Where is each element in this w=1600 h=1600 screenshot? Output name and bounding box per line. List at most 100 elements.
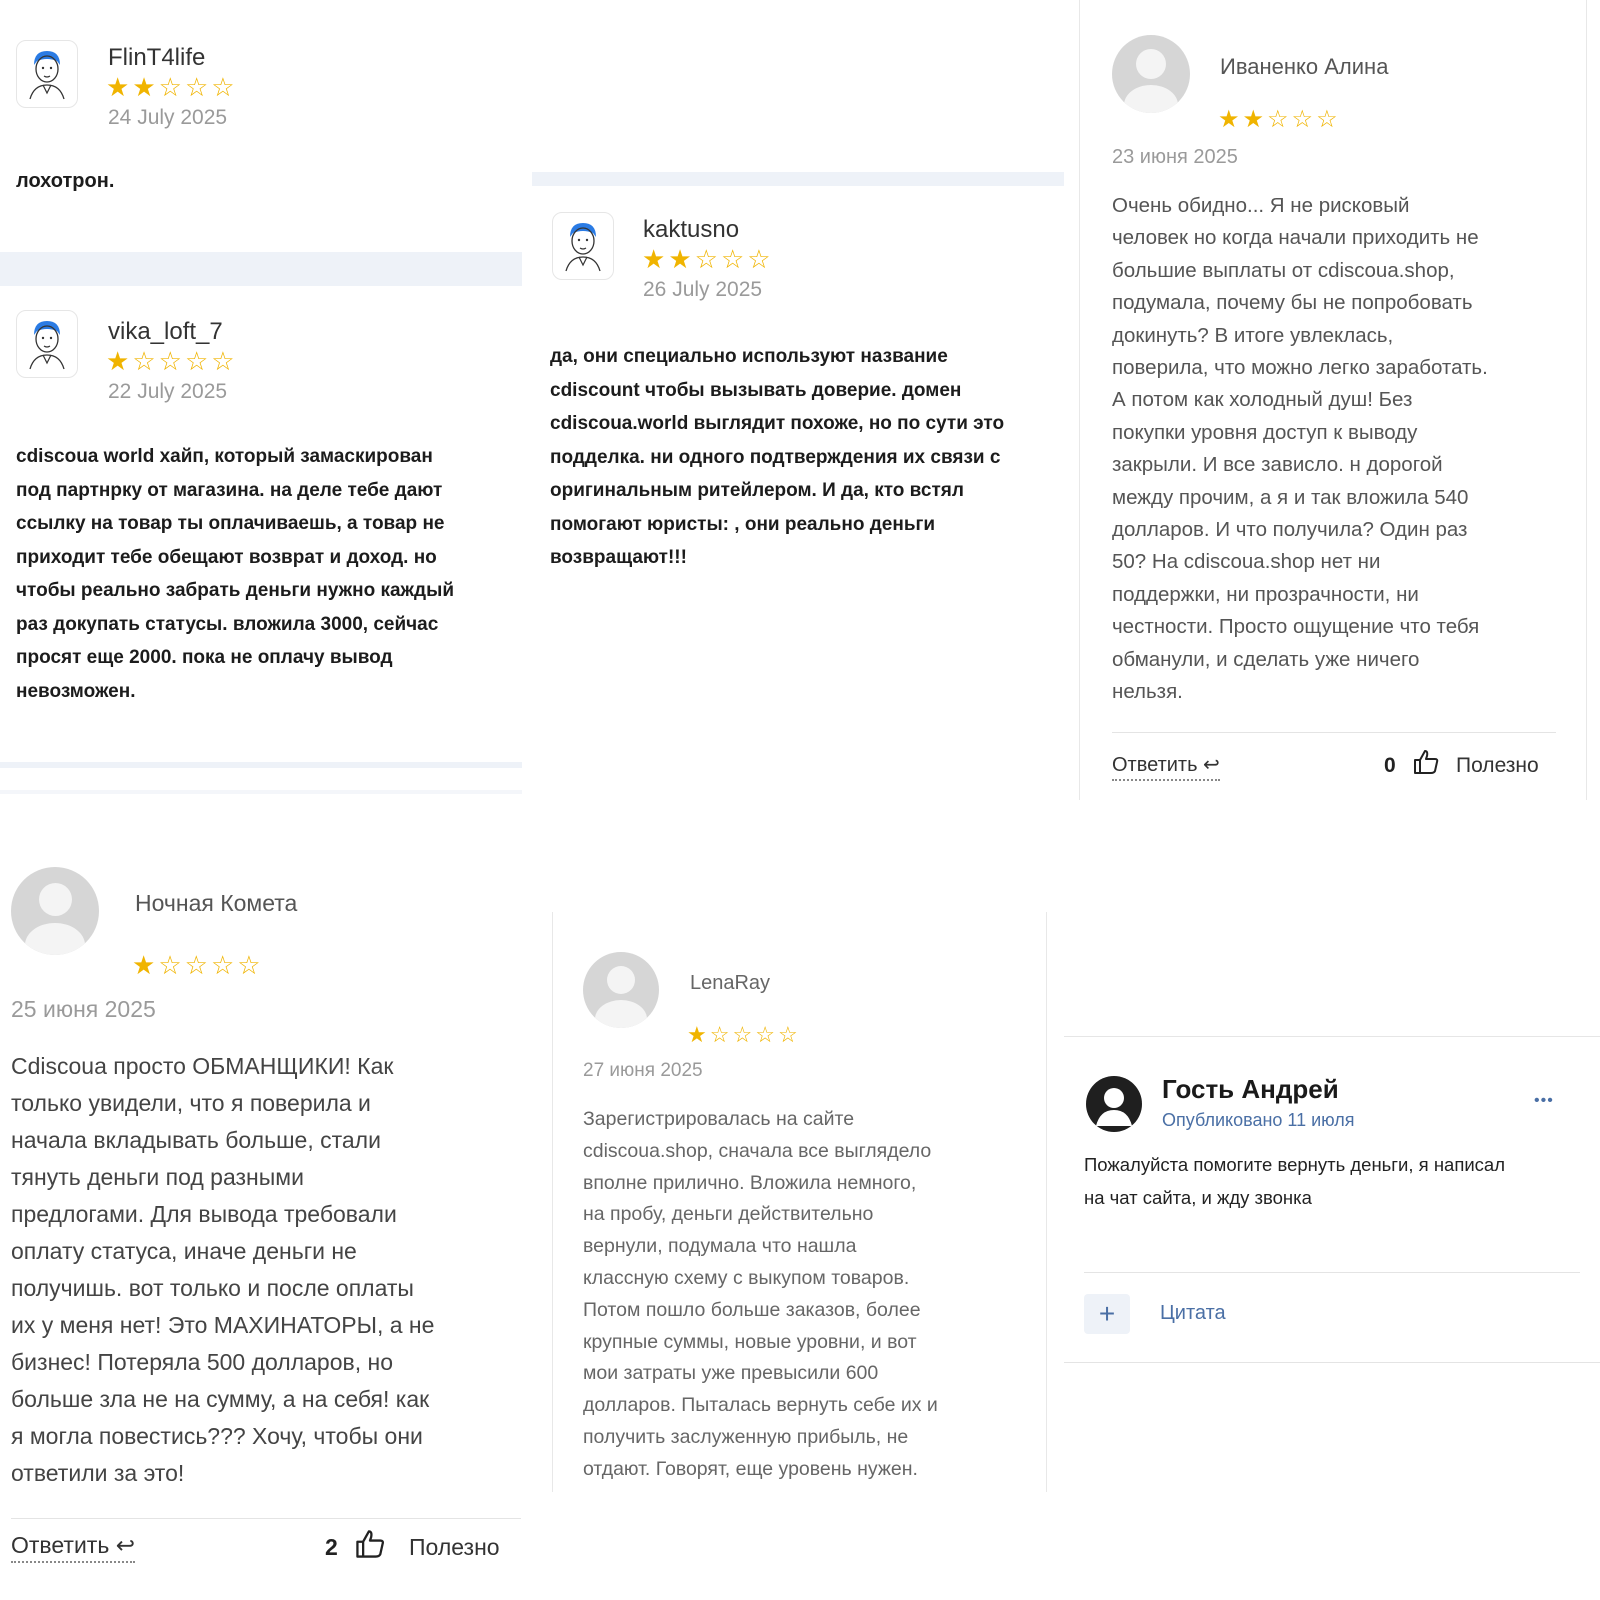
- review-text: Очень обидно... Я не рисковый человек но…: [1112, 194, 1488, 704]
- review-panel-4: Ночная Комета ★ ☆ ☆ ☆ ☆ 25 июня 2025 Cdiscou…: [0, 830, 532, 1600]
- helpful-label[interactable]: Полезно: [409, 1534, 500, 1561]
- panel-border: [1046, 912, 1047, 1492]
- avatar[interactable]: [11, 867, 99, 955]
- star-empty-icon: ☆: [777, 1022, 798, 1047]
- plus-icon: +: [1098, 1298, 1116, 1329]
- star-empty-icon: ☆: [747, 244, 771, 274]
- review-divider: [11, 1518, 521, 1519]
- avatar-head: [607, 966, 635, 994]
- review-author[interactable]: kaktusno: [643, 216, 739, 244]
- post-divider: [1084, 1272, 1580, 1273]
- review-text: лохотрон.: [16, 170, 115, 192]
- review-date: 22 July 2025: [108, 380, 228, 403]
- review-panel-5: LenaRay ★ ☆ ☆ ☆ ☆ 27 июня 2025 Зарегистриров…: [552, 912, 1048, 1492]
- panel-border: [1079, 0, 1080, 800]
- avatar[interactable]: [1112, 35, 1190, 113]
- star-filled-icon: ★: [642, 244, 666, 274]
- separator-band: [532, 172, 1064, 186]
- review-author[interactable]: FlinT4life: [108, 44, 205, 72]
- star-empty-icon: ☆: [732, 1022, 753, 1047]
- reply-button[interactable]: Ответить ↩: [1112, 752, 1220, 781]
- more-options-icon[interactable]: •••: [1534, 1092, 1554, 1110]
- panel-border: [1586, 0, 1587, 800]
- star-empty-icon: ☆: [237, 950, 261, 980]
- post-author[interactable]: Гость Андрей: [1162, 1074, 1339, 1105]
- star-filled-icon: ★: [132, 950, 156, 980]
- avatar-head: [39, 883, 72, 916]
- avatar-body: [1124, 85, 1178, 113]
- post-published-date: Опубликовано 11 июля: [1162, 1110, 1355, 1130]
- review-date: 23 июня 2025: [1112, 146, 1238, 168]
- star-empty-icon: ☆: [158, 346, 182, 376]
- post-divider: [1064, 1362, 1600, 1363]
- review-text: Зарегистрировалась на сайте cdiscoua.sho…: [583, 1108, 938, 1480]
- rating-stars: ★ ★ ☆ ☆ ☆: [642, 246, 774, 272]
- avatar[interactable]: [552, 212, 614, 280]
- star-empty-icon: ☆: [211, 72, 235, 102]
- star-empty-icon: ☆: [1291, 106, 1314, 133]
- helpful-label[interactable]: Полезно: [1456, 754, 1539, 778]
- user-avatar-icon: [29, 321, 65, 370]
- review-author[interactable]: Иваненко Алина: [1220, 54, 1388, 80]
- star-empty-icon: ☆: [1267, 106, 1289, 133]
- star-empty-icon: ☆: [210, 950, 235, 980]
- avatar-body: [25, 923, 85, 955]
- star-empty-icon: ☆: [158, 72, 182, 102]
- avatar[interactable]: [583, 952, 659, 1028]
- star-filled-icon: ★: [106, 346, 130, 376]
- helpful-count: 2: [325, 1534, 338, 1560]
- review-panel-3: Иваненко Алина ★ ★ ☆ ☆ ☆ 23 июня 2025 Очень …: [1078, 0, 1600, 800]
- user-avatar-icon: [29, 51, 65, 100]
- separator-band: [0, 790, 522, 794]
- separator-band: [0, 252, 522, 286]
- star-empty-icon: ☆: [720, 244, 745, 274]
- forum-post-panel: Гость Андрей Опубликовано 11 июля ••• По…: [1064, 1036, 1600, 1366]
- separator-band: [0, 762, 522, 768]
- review-text: Cdiscoua просто ОБМАНЩИКИ! Как только ув…: [11, 1053, 435, 1486]
- star-empty-icon: ☆: [158, 950, 182, 980]
- avatar-body: [595, 1000, 647, 1028]
- star-empty-icon: ☆: [184, 346, 209, 376]
- avatar[interactable]: [16, 310, 78, 378]
- rating-stars: ★ ★ ☆ ☆ ☆: [1218, 108, 1341, 132]
- star-filled-icon: ★: [668, 244, 692, 274]
- thumbs-up-icon[interactable]: [354, 1528, 386, 1560]
- rating-stars: ★ ☆ ☆ ☆ ☆: [687, 1024, 801, 1046]
- star-empty-icon: ☆: [694, 244, 718, 274]
- review-date: 27 июня 2025: [583, 1060, 703, 1081]
- thumbs-up-icon[interactable]: [1412, 748, 1440, 776]
- review-divider: [1112, 732, 1556, 733]
- avatar-icon[interactable]: [1086, 1076, 1142, 1132]
- rating-stars: ★ ☆ ☆ ☆ ☆: [106, 348, 238, 374]
- star-empty-icon: ☆: [755, 1022, 775, 1047]
- reply-button[interactable]: Ответить ↩: [11, 1532, 135, 1563]
- review-author[interactable]: Ночная Комета: [135, 890, 297, 917]
- star-empty-icon: ☆: [184, 950, 208, 980]
- star-filled-icon: ★: [132, 72, 156, 102]
- review-text: да, они специально используют название c…: [550, 346, 1005, 568]
- star-filled-icon: ★: [106, 72, 130, 102]
- post-text: Пожалуйста помогите вернуть деньги, я на…: [1084, 1154, 1506, 1208]
- review-panel-1: FlinT4life ★ ★ ☆ ☆ ☆ 24 July 2025 лохотрон. …: [0, 0, 522, 800]
- panel-border: [1064, 1036, 1600, 1037]
- star-filled-icon: ★: [1242, 106, 1265, 133]
- star-filled-icon: ★: [687, 1022, 707, 1047]
- review-author[interactable]: LenaRay: [690, 972, 770, 995]
- avatar[interactable]: [16, 40, 78, 108]
- review-date: 26 July 2025: [643, 278, 763, 301]
- star-empty-icon: ☆: [184, 72, 209, 102]
- quote-button[interactable]: Цитата: [1160, 1302, 1226, 1325]
- review-panel-2: kaktusno ★ ★ ☆ ☆ ☆ 26 July 2025 да, они спец…: [532, 0, 1064, 800]
- rating-stars: ★ ★ ☆ ☆ ☆: [106, 74, 238, 100]
- review-text: cdiscoua world хайп, который замаскирова…: [16, 446, 454, 702]
- review-date: 25 июня 2025: [11, 996, 156, 1022]
- review-author[interactable]: vika_loft_7: [108, 318, 223, 346]
- avatar-head: [1136, 49, 1166, 79]
- star-empty-icon: ☆: [132, 346, 156, 376]
- user-avatar-icon: [565, 223, 601, 272]
- helpful-count: 0: [1384, 754, 1396, 777]
- star-filled-icon: ★: [1218, 106, 1240, 133]
- add-quote-button[interactable]: +: [1084, 1294, 1130, 1334]
- panel-border: [552, 912, 553, 1492]
- star-empty-icon: ☆: [1316, 106, 1338, 133]
